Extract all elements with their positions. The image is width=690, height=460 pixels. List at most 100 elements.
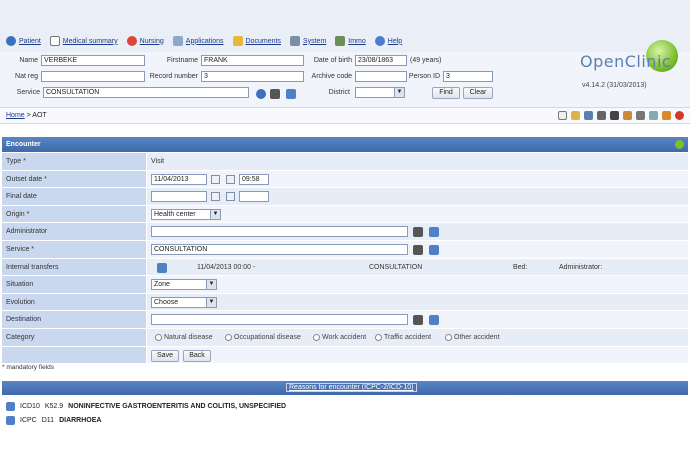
reasons-for-encounter-link[interactable]: Reasons for encounter (ICPC-2/ICD-10) <box>286 383 417 392</box>
row-destination: Destination <box>2 311 688 329</box>
clear-button[interactable]: Clear <box>463 87 493 99</box>
category-occupational-disease[interactable]: Occupational disease <box>225 333 301 341</box>
bed-icon[interactable] <box>597 111 606 120</box>
eraser-icon[interactable] <box>429 227 439 238</box>
eraser-icon[interactable] <box>429 315 439 326</box>
openclinic-logo: OpenClinic <box>580 40 678 72</box>
mandatory-note: * mandatory fields <box>2 364 55 371</box>
administrator-field[interactable] <box>151 226 408 238</box>
top-menu: Patient Medical summary Nursing Applicat… <box>0 0 690 55</box>
category-natural-disease[interactable]: Natural disease <box>155 333 213 341</box>
reasons-bar: Reasons for encounter (ICPC-2/ICD-10) <box>2 381 688 395</box>
users-icon[interactable] <box>623 111 632 120</box>
transfer-date: 11/04/2013 00:00 - <box>197 263 256 271</box>
binoculars-icon[interactable] <box>413 227 423 238</box>
service-field[interactable]: CONSULTATION <box>151 243 408 255</box>
help-icon <box>374 36 385 46</box>
outset-date-field[interactable]: 11/04/2013 <box>151 173 207 185</box>
age-text: (49 years) <box>410 57 442 64</box>
documents-icon <box>232 36 243 46</box>
grid-icon[interactable] <box>662 111 671 120</box>
menu-help[interactable]: Help <box>374 36 402 46</box>
menu-applications[interactable]: Applications <box>172 36 224 46</box>
eraser-icon[interactable] <box>286 89 296 99</box>
service-field[interactable]: CONSULTATION <box>43 87 249 98</box>
service-label: Service <box>16 89 40 96</box>
binoculars-icon[interactable] <box>413 244 423 255</box>
row-service: Service * CONSULTATION <box>2 240 688 259</box>
info-icon[interactable] <box>256 89 266 99</box>
category-label: Category <box>2 328 146 346</box>
district-select[interactable]: ▼ <box>355 87 405 98</box>
menu-patient[interactable]: Patient <box>6 36 41 46</box>
category-other-accident[interactable]: Other accident <box>445 333 500 341</box>
record-number-field[interactable]: 3 <box>201 71 304 82</box>
final-time-field[interactable] <box>239 191 269 203</box>
row-type: Type * Visit <box>2 153 688 171</box>
calculator-icon[interactable] <box>649 111 658 120</box>
calendar-icon[interactable] <box>211 174 220 184</box>
eraser-icon[interactable] <box>157 262 167 273</box>
patient-icon <box>6 36 16 46</box>
person-id-field[interactable]: 3 <box>443 71 493 82</box>
edit-icon[interactable] <box>571 111 580 120</box>
calendar-icon[interactable] <box>211 192 220 202</box>
outset-time-field[interactable]: 09:58 <box>239 173 269 185</box>
firstname-field[interactable]: FRANK <box>201 55 304 66</box>
final-date-field[interactable] <box>151 191 207 203</box>
eraser-icon[interactable] <box>6 415 15 425</box>
toolbar <box>558 111 684 120</box>
menu-nursing[interactable]: Nursing <box>126 36 164 46</box>
category-work-accident[interactable]: Work accident <box>313 333 366 341</box>
chevron-down-icon: ▼ <box>394 88 404 97</box>
menu-system[interactable]: System <box>289 36 326 46</box>
eraser-icon[interactable] <box>6 401 15 411</box>
binoculars-icon[interactable] <box>270 89 280 99</box>
patient-card-icon[interactable] <box>584 111 593 120</box>
diagnosis-text: NONINFECTIVE GASTROENTERITIS AND COLITIS… <box>68 402 287 410</box>
diagnosis-code-system: ICD10 <box>20 402 40 410</box>
destination-label: Destination <box>2 311 146 328</box>
binoculars-icon[interactable] <box>413 315 423 326</box>
document-icon <box>49 36 60 46</box>
diagnosis-row: ICPC D11 DIARRHOEA <box>2 413 688 427</box>
main-menu: Patient Medical summary Nursing Applicat… <box>6 36 402 46</box>
origin-label: Origin * <box>2 205 146 223</box>
nursing-icon <box>126 36 137 46</box>
close-icon[interactable] <box>675 111 684 120</box>
evolution-select[interactable]: Choose ▼ <box>151 296 217 308</box>
eraser-icon[interactable] <box>429 244 439 255</box>
row-administrator: Administrator <box>2 223 688 241</box>
name-label: Name <box>19 57 38 64</box>
district-label: District <box>328 89 350 96</box>
origin-select[interactable]: Health center ▼ <box>151 208 221 220</box>
io-icon[interactable] <box>610 111 619 120</box>
destination-field[interactable] <box>151 314 408 326</box>
find-button[interactable]: Find <box>432 87 460 99</box>
bed-label: Bed: <box>513 263 528 271</box>
back-arrow-icon[interactable] <box>675 140 684 149</box>
radio-icon <box>155 333 162 341</box>
category-traffic-accident[interactable]: Traffic accident <box>375 333 431 341</box>
radio-icon <box>375 333 382 341</box>
natreg-field[interactable] <box>41 71 145 82</box>
dob-field[interactable]: 23/08/1863 <box>355 55 407 66</box>
name-field[interactable]: VERBEKE <box>41 55 145 66</box>
menu-immo[interactable]: Immo <box>335 36 366 46</box>
radio-icon <box>445 333 452 341</box>
breadcrumb: Home > AOT <box>0 107 690 124</box>
back-button[interactable]: Back <box>183 349 211 362</box>
chevron-down-icon: ▼ <box>210 209 220 219</box>
breadcrumb-home[interactable]: Home <box>6 112 25 119</box>
minimize-icon[interactable] <box>558 111 567 120</box>
administrator-label: Administrator <box>2 223 146 240</box>
situation-select[interactable]: Zone ▼ <box>151 279 217 291</box>
archive-code-field[interactable] <box>355 71 407 82</box>
menu-medical-summary[interactable]: Medical summary <box>49 36 118 46</box>
radio-icon <box>225 333 232 341</box>
clock-icon[interactable] <box>226 174 235 184</box>
print-icon[interactable] <box>636 111 645 120</box>
clock-icon[interactable] <box>226 192 235 202</box>
save-button[interactable]: Save <box>151 349 179 362</box>
menu-documents[interactable]: Documents <box>232 36 281 46</box>
